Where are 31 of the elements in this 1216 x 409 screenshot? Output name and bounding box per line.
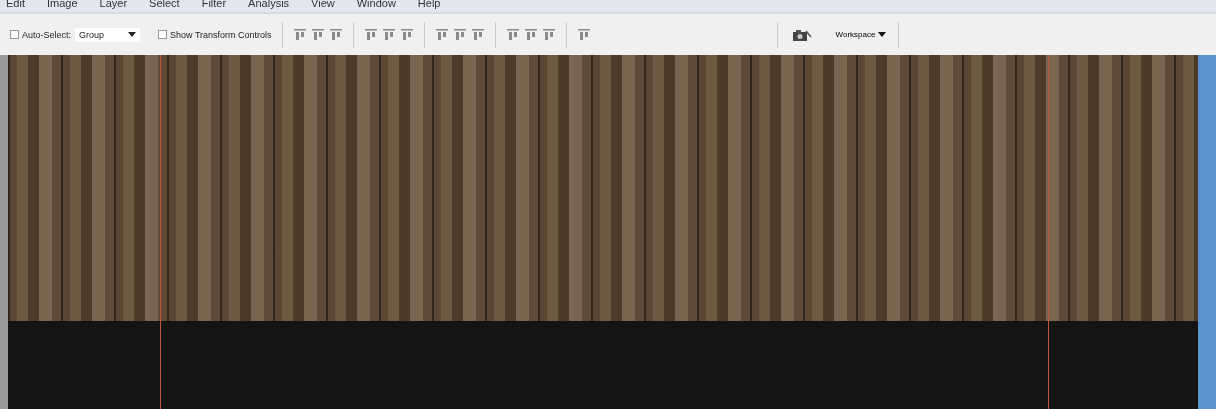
checkbox-label: Auto-Select:: [22, 29, 72, 40]
checkbox-label: Show Transform Controls: [170, 29, 272, 40]
menu-item[interactable]: Image: [46, 0, 78, 9]
menu-item[interactable]: Select: [149, 0, 180, 9]
menu-item[interactable]: Analysis: [248, 0, 290, 9]
align-icon[interactable]: [363, 27, 378, 42]
caret-icon: [128, 32, 137, 37]
align-icon[interactable]: [576, 27, 591, 42]
align-icon[interactable]: [541, 27, 556, 42]
align-icon[interactable]: [523, 27, 538, 42]
camera-icon[interactable]: [791, 27, 812, 42]
menu-item[interactable]: View: [311, 0, 335, 9]
checkbox[interactable]: [10, 30, 19, 39]
menu-item[interactable]: Window: [356, 0, 396, 9]
target-dropdown[interactable]: Group: [75, 27, 141, 42]
align-icon[interactable]: [434, 27, 449, 42]
align-icon[interactable]: [292, 27, 307, 42]
align-icon[interactable]: [470, 27, 485, 42]
menu-item[interactable]: Layer: [99, 0, 128, 9]
align-icon[interactable]: [381, 27, 396, 42]
align-icon[interactable]: [505, 27, 520, 42]
menu-item[interactable]: Help: [417, 0, 441, 9]
workspace-button[interactable]: Workspace: [833, 28, 889, 41]
checkbox[interactable]: [158, 30, 168, 39]
align-icon[interactable]: [452, 27, 467, 42]
align-icon[interactable]: [399, 27, 414, 42]
menu-item[interactable]: Edit: [6, 0, 25, 9]
menu-item[interactable]: Filter: [201, 0, 227, 9]
caret-icon: [878, 32, 887, 37]
align-icon[interactable]: [310, 27, 325, 42]
align-icon[interactable]: [328, 27, 343, 42]
